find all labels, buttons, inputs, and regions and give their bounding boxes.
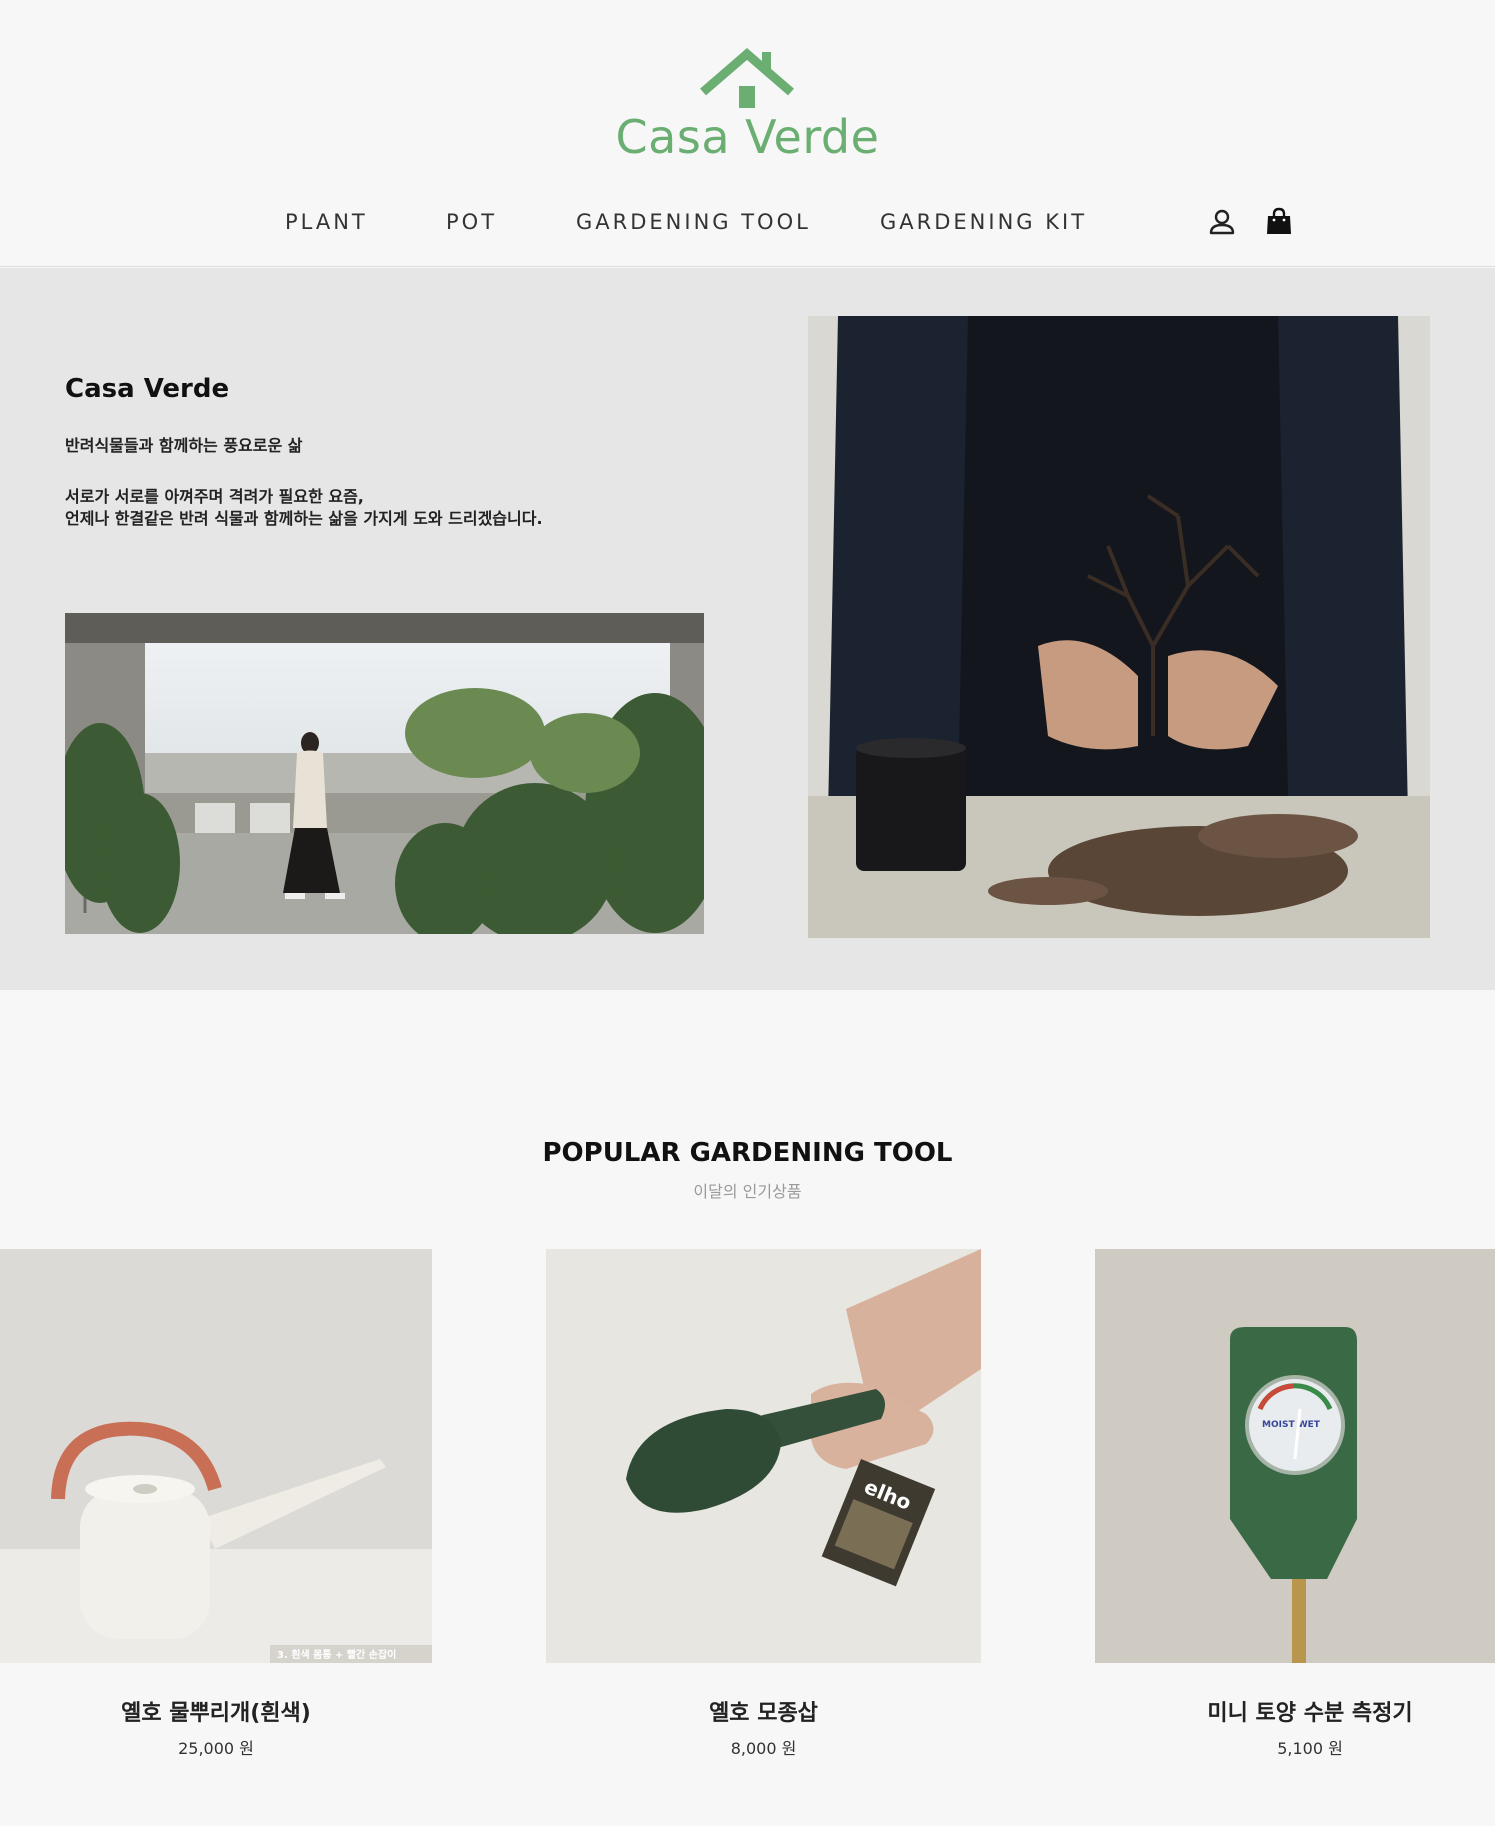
planting-photo — [808, 316, 1430, 938]
product-price: 8,000 원 — [730, 1739, 797, 1758]
hero-description: 서로가 서로를 아껴주며 격려가 필요한 요즘, 언제나 한결같은 반려 식물과… — [65, 486, 543, 530]
section-title: POPULAR GARDENING TOOL — [542, 1138, 953, 1168]
brand-logo-text[interactable]: Casa Verde — [0, 110, 1495, 164]
product-name[interactable]: 옐호 물뿌리개(흰색) — [0, 1695, 432, 1727]
house-logo-icon[interactable] — [697, 46, 797, 110]
hero-section: Casa Verde 반려식물들과 함께하는 풍요로운 삶 서로가 서로를 아껴… — [0, 268, 1495, 990]
greenhouse-photo — [65, 613, 704, 934]
user-icon[interactable] — [1206, 206, 1238, 238]
product-price: 25,000 원 — [178, 1739, 254, 1758]
product-name[interactable]: 미니 토양 수분 측정기 — [1095, 1695, 1495, 1727]
hero-description-line: 서로가 서로를 아껴주며 격려가 필요한 요즘, — [65, 487, 364, 506]
hero-title: Casa Verde — [65, 374, 230, 404]
product-image-caption: 3. 흰색 몸통 + 빨간 손잡이 — [277, 1648, 396, 1661]
section-subtitle: 이달의 인기상품 — [693, 1182, 802, 1201]
nav-item-pot[interactable]: POT — [446, 210, 497, 234]
product-image-caption: MOIST WET — [1262, 1420, 1321, 1430]
nav-item-plant[interactable]: PLANT — [285, 210, 368, 234]
product-name[interactable]: 옐호 모종삽 — [546, 1695, 981, 1727]
site-header: Casa Verde PLANT POT GARDENING TOOL GARD… — [0, 0, 1495, 267]
trowel-photo[interactable]: elho — [546, 1249, 981, 1663]
hero-subtitle: 반려식물들과 함께하는 풍요로운 삶 — [65, 436, 303, 455]
nav-item-gardening-tool[interactable]: GARDENING TOOL — [576, 210, 811, 234]
shopping-bag-icon[interactable] — [1263, 206, 1295, 238]
watering-can-photo[interactable]: 3. 흰색 몸통 + 빨간 손잡이 — [0, 1249, 432, 1663]
nav-item-gardening-kit[interactable]: GARDENING KIT — [880, 210, 1087, 234]
product-price: 5,100 원 — [1277, 1739, 1343, 1758]
moisture-meter-photo[interactable]: MOIST WET — [1095, 1249, 1495, 1663]
hero-description-line: 언제나 한결같은 반려 식물과 함께하는 삶을 가지게 도와 드리겠습니다. — [65, 509, 543, 528]
